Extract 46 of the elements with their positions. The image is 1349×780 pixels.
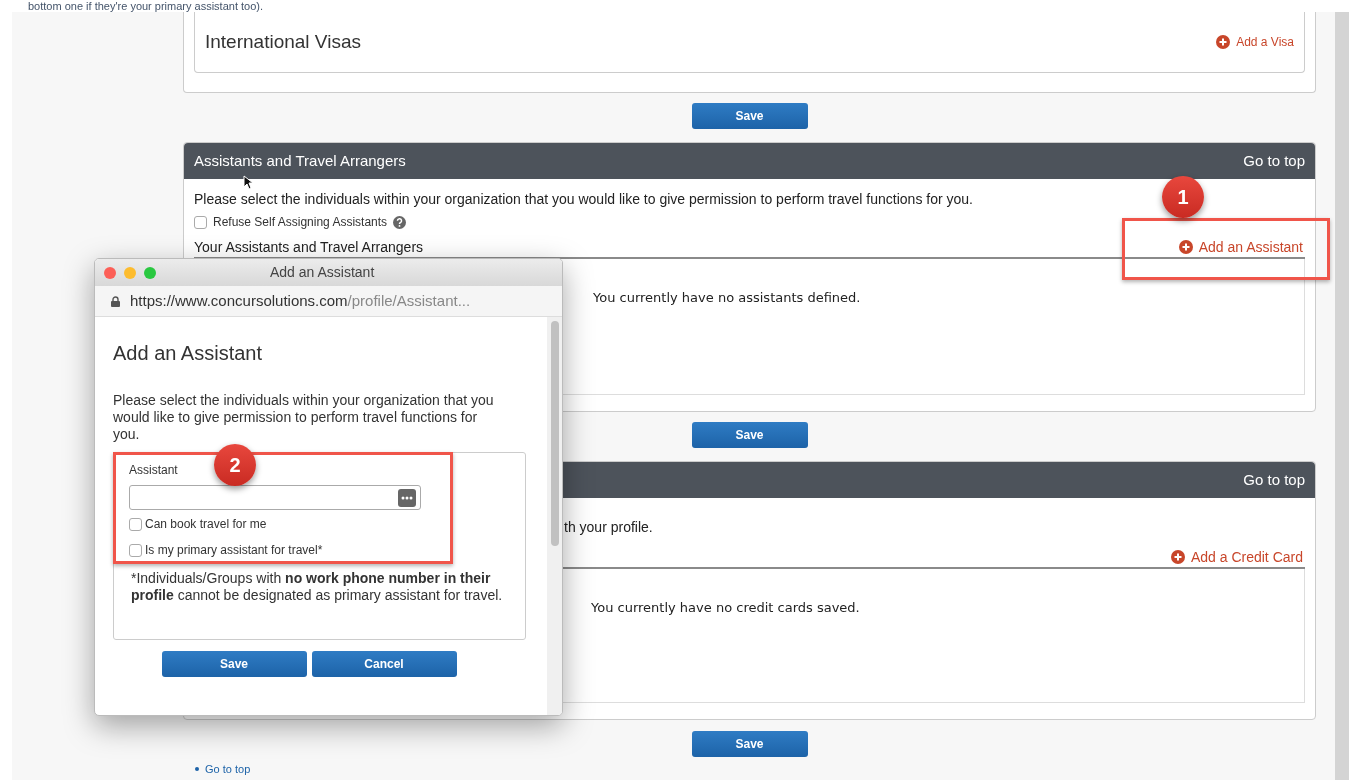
- lock-icon: [111, 295, 120, 307]
- window-title: Add an Assistant: [270, 263, 375, 282]
- card-title: International Visas: [205, 29, 361, 54]
- save-button[interactable]: Save: [691, 731, 808, 757]
- checkbox-label: Refuse Self Assigning Assistants: [213, 214, 388, 231]
- dialog-heading: Add an Assistant: [113, 341, 263, 365]
- save-button[interactable]: Save: [691, 103, 808, 129]
- dialog-description: Please select the individuals within your organization that you would like to give permission to perform travel functions for you.: [113, 392, 495, 443]
- scrollbar[interactable]: [1335, 12, 1349, 780]
- checkbox[interactable]: [129, 517, 142, 531]
- url-text: https://www.concursolutions.com/profile/Assistant...: [130, 290, 471, 311]
- help-icon: [393, 215, 407, 229]
- save-button[interactable]: Save: [161, 651, 307, 677]
- save-button[interactable]: Save: [691, 422, 808, 448]
- checkbox[interactable]: [194, 215, 207, 229]
- list-title: Your Assistants and Travel Arrangers: [194, 237, 424, 257]
- bullet-icon: [195, 767, 199, 771]
- cancel-button[interactable]: Cancel: [311, 651, 457, 677]
- close-icon[interactable]: [104, 266, 116, 279]
- option-label: Is my primary assistant for travel*: [145, 542, 323, 559]
- section-description: th your profile.: [564, 518, 653, 536]
- field-label: Assistant: [129, 463, 178, 477]
- go-to-top-link[interactable]: Go to top: [1243, 149, 1305, 173]
- scrollbar-thumb[interactable]: [550, 321, 559, 546]
- go-to-top-link[interactable]: Go to top: [1243, 468, 1305, 492]
- section-description: Please select the individuals within your organization that you would like to give permission to perform travel functions for you.: [194, 190, 973, 208]
- minimize-icon[interactable]: [124, 266, 136, 279]
- caption-text: bottom one if they're your primary assistant too).: [28, 0, 265, 12]
- empty-message: You currently have no assistants defined.: [593, 290, 861, 305]
- more-options-icon[interactable]: [398, 488, 416, 507]
- add-link[interactable]: Add a Visa: [1216, 33, 1294, 51]
- note-text: *Individuals/Groups with no work phone number in their profile cannot be designated as primary assistant for travel.: [131, 570, 503, 604]
- add-link[interactable]: Add an Assistant: [1178, 236, 1303, 258]
- maximize-icon[interactable]: [144, 266, 156, 279]
- plus-icon: [1178, 240, 1193, 254]
- assistant-field[interactable]: [129, 485, 421, 510]
- add-link[interactable]: Add a Credit Card: [1170, 546, 1303, 568]
- plus-icon: [1216, 35, 1231, 49]
- go-to-top-link[interactable]: Go to top: [205, 763, 251, 775]
- section-title: Assistants and Travel Arrangers: [194, 150, 406, 171]
- option-label: Can book travel for me: [145, 516, 267, 533]
- checkbox[interactable]: [129, 543, 142, 557]
- pointer-icon: [243, 175, 253, 190]
- plus-icon: [1170, 550, 1185, 564]
- scrollbar[interactable]: [547, 317, 562, 715]
- empty-message: You currently have no credit cards saved.: [591, 600, 860, 615]
